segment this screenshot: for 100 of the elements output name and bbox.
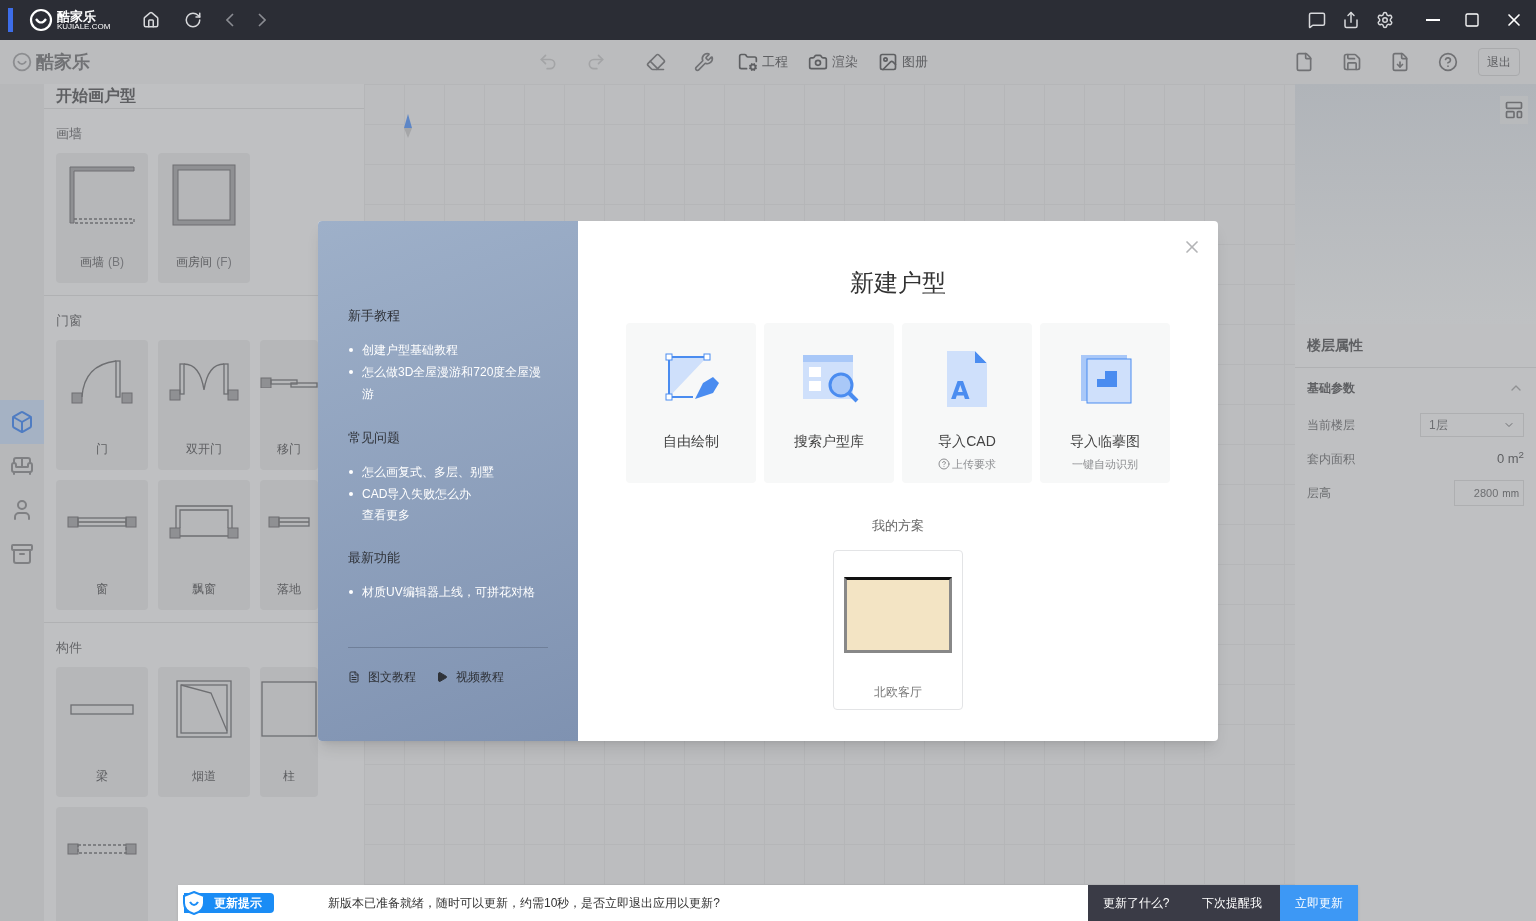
bullet-icon (349, 590, 353, 594)
tool-card[interactable]: 门 (56, 340, 148, 470)
create-option-card[interactable]: 搜索户型库 (764, 323, 894, 483)
compass-icon (402, 114, 414, 138)
tutorial-type-link[interactable]: 图文教程 (348, 668, 416, 686)
bullet-icon (349, 470, 353, 474)
tool-card[interactable]: 柱 (260, 667, 318, 797)
wrench-icon (694, 52, 714, 72)
exit-button[interactable]: 退出 (1478, 48, 1520, 76)
height-field[interactable]: 2800 mm (1454, 480, 1524, 506)
create-option-card[interactable]: 自由绘制 (626, 323, 756, 483)
tool-card[interactable]: 窗 (56, 480, 148, 610)
accent-bar (8, 8, 13, 32)
property-label: 层高 (1307, 485, 1331, 502)
property-value: 0 m$^{2}$ (1496, 449, 1524, 469)
undo-icon (538, 52, 558, 72)
settings-icon (1376, 11, 1394, 29)
create-option-card[interactable]: 导入临摹图 一键自动识别 (1040, 323, 1170, 483)
minimize-icon (1426, 19, 1440, 21)
update-action-button[interactable]: 立即更新 (1280, 885, 1358, 921)
update-action-button[interactable]: 下次提醒我 (1184, 885, 1280, 921)
cube-icon (10, 410, 34, 434)
section-title: 画墙 (56, 126, 82, 141)
window-symbol-icon (67, 516, 137, 528)
plans-heading: 我的方案 (872, 517, 924, 535)
tool-card[interactable]: 飘窗 (158, 480, 250, 610)
toolbar-menu-button[interactable]: 渲染 (808, 52, 858, 72)
beam-symbol-icon (70, 703, 134, 715)
property-label: 当前楼层 (1307, 417, 1355, 434)
logo-icon (29, 8, 53, 32)
save-icon (1342, 52, 1362, 72)
tool-card[interactable]: 梁 (56, 667, 148, 797)
flue-symbol-icon (176, 680, 232, 738)
opening-symbol-icon (67, 843, 137, 855)
help-icon (1438, 52, 1458, 72)
tool-card[interactable]: 画墙 (B) (56, 153, 148, 283)
tutorial-link[interactable]: 材质UV编辑器上线，可拼花对格 (362, 581, 535, 603)
home-icon (142, 11, 161, 29)
app-logo-text: 酷家乐 (57, 9, 97, 23)
bullet-icon (349, 370, 353, 374)
tutorial-link[interactable]: 创建户型基础教程 (362, 339, 458, 361)
update-message: 新版本已准备就绪，随时可以更新，约需10秒，是否立即退出应用以更新? (328, 895, 721, 912)
double-door-symbol-icon (169, 363, 239, 401)
side-rail-tab[interactable] (0, 400, 44, 444)
section-title: 门窗 (56, 313, 82, 328)
tutorial-heading: 常见问题 (348, 430, 400, 445)
logo-icon (12, 52, 32, 72)
tutorial-heading: 最新功能 (348, 550, 400, 565)
tutorial-link[interactable]: CAD导入失败怎么办 (362, 483, 472, 505)
camera-icon (808, 52, 828, 72)
cabinet-icon (10, 542, 34, 566)
update-badge: 更新提示 (184, 893, 274, 913)
file-download-icon (1390, 52, 1410, 72)
tutorial-link[interactable]: 怎么画复式、多层、别墅 (362, 461, 494, 483)
tool-card[interactable]: 双开门 (158, 340, 250, 470)
section-title: 构件 (56, 640, 82, 655)
tutorial-link[interactable]: 怎么做3D全屋漫游和720度全屋漫游 (362, 361, 548, 405)
plan-card[interactable]: 北欧客厅 (833, 549, 963, 710)
image-icon (878, 52, 898, 72)
play-icon (436, 671, 448, 683)
maximize-icon (1464, 12, 1480, 28)
floor-window-symbol-icon (268, 516, 310, 528)
sliding-door-symbol-icon (260, 376, 318, 388)
floor-select[interactable]: 1层 (1420, 413, 1524, 437)
toolbar-menu-button[interactable]: 工程 (738, 52, 788, 72)
tool-card[interactable]: 落地 (260, 480, 318, 610)
share-icon (1342, 11, 1360, 29)
cad-file-icon: A (947, 351, 987, 407)
bullet-icon (349, 348, 353, 352)
update-action-button[interactable]: 更新了什么? (1088, 885, 1184, 921)
bay-window-symbol-icon (169, 505, 239, 539)
room-symbol-icon (172, 164, 236, 226)
tool-card[interactable]: 烟道 (158, 667, 250, 797)
tutorial-heading: 新手教程 (348, 308, 400, 323)
tool-card[interactable] (56, 807, 148, 921)
chat-icon (1308, 11, 1326, 29)
bullet-icon (349, 492, 353, 496)
help-icon (938, 458, 950, 471)
dialog-title: 新建户型 (850, 268, 946, 298)
app-logo-text: 酷家乐 (36, 50, 90, 74)
property-label: 套内面积 (1307, 451, 1355, 468)
see-more-link[interactable]: 查看更多 (362, 505, 410, 525)
file-icon (1294, 52, 1314, 72)
sofa-icon (10, 454, 34, 478)
redo-icon (586, 52, 606, 72)
create-option-card[interactable]: A 导入CAD 上传要求 (902, 323, 1032, 483)
door-symbol-icon (71, 360, 133, 404)
eraser-icon (646, 52, 666, 72)
toolbar-menu-button[interactable]: 图册 (878, 52, 928, 72)
wall-symbol-icon (69, 166, 135, 224)
tutorial-type-link[interactable]: 视频教程 (436, 668, 504, 686)
app-logo-subtext: KUJIALE.COM (57, 22, 111, 31)
tool-card[interactable]: 移门 (260, 340, 318, 470)
layout-toggle-button[interactable] (1500, 96, 1528, 124)
layout-icon (1504, 100, 1524, 120)
panel-title: 开始画户型 (56, 86, 136, 106)
section-header: 基础参数 (1307, 380, 1355, 397)
shield-icon (182, 891, 206, 915)
tool-card[interactable]: 画房间 (F) (158, 153, 250, 283)
back-icon (226, 13, 235, 27)
